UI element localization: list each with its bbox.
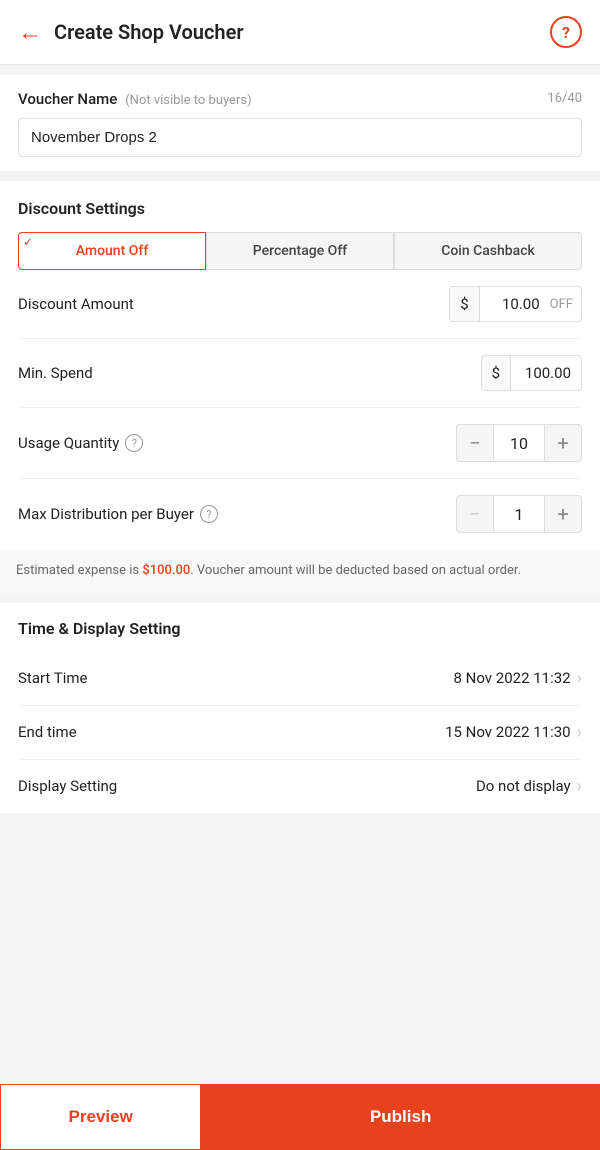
voucher-name-input[interactable] <box>18 118 582 157</box>
preview-button[interactable]: Preview <box>0 1084 201 1150</box>
discount-currency: $ <box>450 287 479 321</box>
time-settings-title: Time & Display Setting <box>18 619 582 638</box>
display-setting-chevron-icon: › <box>577 776 582 797</box>
end-time-value: 15 Nov 2022 11:30 › <box>445 722 582 743</box>
min-spend-label: Min. Spend <box>18 364 93 382</box>
help-button[interactable]: ? <box>550 16 582 48</box>
max-distribution-stepper: − 1 + <box>456 495 582 533</box>
discount-settings-section: Discount Settings Amount Off Percentage … <box>0 181 600 549</box>
voucher-name-label: Voucher Name (Not visible to buyers) <box>18 89 252 108</box>
max-distribution-row: Max Distribution per Buyer ? − 1 + <box>18 479 582 549</box>
usage-quantity-stepper: − 10 + <box>456 424 582 462</box>
max-distribution-label: Max Distribution per Buyer ? <box>18 505 218 523</box>
max-distribution-value: 1 <box>494 495 544 533</box>
start-time-value: 8 Nov 2022 11:32 › <box>454 668 582 689</box>
usage-quantity-decrement[interactable]: − <box>456 424 494 462</box>
max-distribution-decrement[interactable]: − <box>456 495 494 533</box>
usage-quantity-value: 10 <box>494 424 544 462</box>
voucher-name-count: 16/40 <box>547 91 582 106</box>
publish-button[interactable]: Publish <box>201 1084 600 1150</box>
tab-percentage-off[interactable]: Percentage Off <box>206 232 394 270</box>
discount-amount-input[interactable]: $ 10.00 OFF <box>449 286 582 322</box>
discount-amount-label: Discount Amount <box>18 295 134 313</box>
start-time-row[interactable]: Start Time 8 Nov 2022 11:32 › <box>18 652 582 706</box>
page-title: Create Shop Voucher <box>54 20 550 44</box>
usage-quantity-label: Usage Quantity ? <box>18 434 143 452</box>
min-spend-currency: $ <box>482 356 511 390</box>
max-distribution-help-icon[interactable]: ? <box>200 505 218 523</box>
discount-amount-row: Discount Amount $ 10.00 OFF <box>18 270 582 339</box>
bottom-buttons: Preview Publish <box>0 1084 600 1150</box>
expense-note: Estimated expense is $100.00. Voucher am… <box>0 549 600 593</box>
time-section: Time & Display Setting Start Time 8 Nov … <box>0 603 600 813</box>
start-time-chevron-icon: › <box>577 668 582 689</box>
back-button[interactable]: ← <box>18 20 42 44</box>
tab-amount-off[interactable]: Amount Off <box>18 232 206 270</box>
min-spend-row: Min. Spend $ 100.00 <box>18 339 582 408</box>
discount-value: 10.00 <box>480 287 550 321</box>
end-time-label: End time <box>18 723 77 741</box>
start-time-label: Start Time <box>18 669 87 687</box>
tab-coin-cashback[interactable]: Coin Cashback <box>394 232 582 270</box>
discount-suffix: OFF <box>550 289 581 320</box>
discount-settings-title: Discount Settings <box>18 199 582 218</box>
display-setting-value: Do not display › <box>476 776 582 797</box>
min-spend-value: 100.00 <box>511 356 581 390</box>
discount-type-tabs: Amount Off Percentage Off Coin Cashback <box>18 232 582 270</box>
usage-quantity-row: Usage Quantity ? − 10 + <box>18 408 582 479</box>
usage-quantity-increment[interactable]: + <box>544 424 582 462</box>
end-time-chevron-icon: › <box>577 722 582 743</box>
max-distribution-increment[interactable]: + <box>544 495 582 533</box>
display-setting-label: Display Setting <box>18 777 117 795</box>
header: ← Create Shop Voucher ? <box>0 0 600 65</box>
end-time-row[interactable]: End time 15 Nov 2022 11:30 › <box>18 706 582 760</box>
display-setting-row[interactable]: Display Setting Do not display › <box>18 760 582 813</box>
voucher-name-label-row: Voucher Name (Not visible to buyers) 16/… <box>18 89 582 108</box>
expense-amount: $100.00 <box>142 563 190 578</box>
voucher-name-section: Voucher Name (Not visible to buyers) 16/… <box>0 75 600 171</box>
usage-quantity-help-icon[interactable]: ? <box>125 434 143 452</box>
min-spend-input[interactable]: $ 100.00 <box>481 355 582 391</box>
